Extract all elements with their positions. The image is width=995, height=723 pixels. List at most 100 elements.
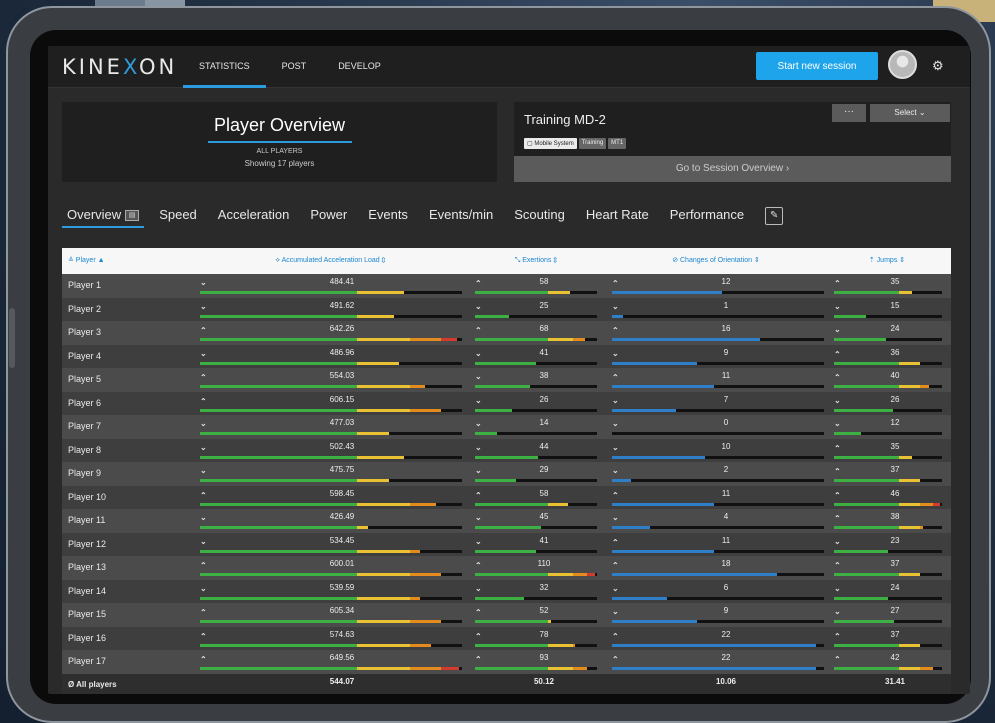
value-bar <box>612 549 824 553</box>
bar-segment <box>572 573 588 576</box>
player-name: Player 1 <box>68 280 102 290</box>
tab-heart-rate[interactable]: Heart Rate <box>580 204 655 228</box>
table-row[interactable]: Player 1 ⌄ 484.41 ⌃ 58 ⌃ 12 ⌃ 35 <box>62 274 951 298</box>
cell-value: 1 <box>723 300 729 310</box>
cell-value: 37 <box>890 559 900 568</box>
value-bar <box>475 314 597 318</box>
trend-up-icon: ⌃ <box>200 373 207 382</box>
bar-segment <box>475 338 549 341</box>
session-tags: ▢ Mobile System Training MT1 <box>524 138 627 149</box>
nav-statistics[interactable]: STATISTICS <box>183 46 266 88</box>
trend-down-icon: ⌄ <box>834 419 841 428</box>
cell-value: 534.45 <box>329 535 355 545</box>
bar-segment <box>834 408 894 412</box>
table-row[interactable]: Player 11 ⌄ 426.49 ⌄ 45 ⌄ 4 ⌃ 38 <box>62 509 951 533</box>
cell-value: 40 <box>890 371 900 380</box>
tab-acceleration[interactable]: Acceleration <box>212 204 296 228</box>
nav-develop[interactable]: DEVELOP <box>322 46 397 88</box>
table-row[interactable]: Player 7 ⌄ 477.03 ⌄ 14 ⌄ 0 ⌄ 12 <box>62 415 951 439</box>
trend-down-icon: ⌄ <box>612 395 619 405</box>
bar-segment <box>200 455 358 459</box>
tab-power[interactable]: Power <box>304 204 353 228</box>
trend-down-icon: ⌄ <box>475 395 482 405</box>
kinexon-logo[interactable]: KINEXON <box>62 55 177 79</box>
bar-segment <box>357 455 405 459</box>
edit-icon[interactable]: ✎ <box>765 207 784 225</box>
table-row[interactable]: Player 15 ⌃ 605.34 ⌃ 52 ⌄ 9 ⌄ 27 <box>62 603 951 627</box>
bar-segment <box>357 361 400 365</box>
average-value: 544.07 <box>329 676 355 686</box>
bar-segment <box>200 338 358 341</box>
top-bar: KINEXON STATISTICS POST DEVELOP Start ne… <box>48 46 970 88</box>
table-row[interactable]: Player 9 ⌄ 475.75 ⌄ 29 ⌄ 2 ⌃ 37 <box>62 462 951 486</box>
bar-segment <box>898 502 921 506</box>
table-row[interactable]: Player 13 ⌃ 600.01 ⌃ 110 ⌃ 18 ⌃ 37 <box>62 556 951 580</box>
value-bar <box>475 385 597 388</box>
value-bar <box>200 502 462 506</box>
tab-events-per-min[interactable]: Events/min <box>423 204 499 228</box>
value-bar <box>475 479 597 482</box>
tablet-side-button <box>9 308 15 368</box>
column-header-acceleration-load[interactable]: ⟡ Accumulated Acceleration Load ⇕ <box>198 248 463 274</box>
table-row[interactable]: Player 4 ⌄ 486.96 ⌄ 41 ⌄ 9 ⌃ 36 <box>62 344 951 368</box>
table-row[interactable]: Player 10 ⌃ 598.45 ⌃ 58 ⌃ 11 ⌃ 46 <box>62 485 951 509</box>
column-header-orientation[interactable]: ⊘ Changes of Orientation ⇕ <box>610 248 822 274</box>
table-row[interactable]: Player 8 ⌄ 502.43 ⌄ 44 ⌄ 10 ⌃ 35 <box>62 438 951 462</box>
value-bar <box>834 549 942 553</box>
value-bar <box>834 385 942 388</box>
more-options-button[interactable]: ··· <box>832 104 866 122</box>
start-new-session-button[interactable]: Start new session <box>756 52 878 80</box>
player-name: Player 13 <box>68 562 107 572</box>
trend-up-icon: ⌃ <box>612 279 619 288</box>
table-row[interactable]: Player 16 ⌃ 574.63 ⌃ 78 ⌃ 22 ⌃ 37 <box>62 626 951 650</box>
avatar[interactable] <box>888 50 917 79</box>
tab-scouting[interactable]: Scouting <box>508 204 571 228</box>
cell-value: 41 <box>539 347 549 357</box>
column-header-player[interactable]: ≗ Player ▲ <box>62 248 122 274</box>
table-row[interactable]: Player 17 ⌃ 649.56 ⌃ 93 ⌃ 22 ⌃ 42 <box>62 650 951 674</box>
cell-value: 605.34 <box>329 606 355 615</box>
select-dropdown[interactable]: Select ⌄ <box>870 104 950 122</box>
table-header: ≗ Player ▲ ⟡ Accumulated Acceleration Lo… <box>62 248 951 274</box>
trend-up-icon: ⌃ <box>475 655 482 664</box>
tab-performance[interactable]: Performance <box>664 204 750 228</box>
bar-segment <box>357 549 410 553</box>
average-label: Ø All players <box>68 679 117 689</box>
tab-overview[interactable]: Overview ▤ <box>62 204 145 228</box>
bar-segment <box>475 643 549 647</box>
table-row[interactable]: Player 5 ⌃ 554.03 ⌄ 38 ⌃ 11 ⌃ 40 <box>62 368 951 392</box>
value-bar <box>834 479 942 482</box>
bar-segment <box>200 667 358 670</box>
bar-segment <box>898 479 921 482</box>
trend-down-icon: ⌄ <box>612 583 619 593</box>
value-bar <box>200 455 462 459</box>
cell-value: 52 <box>539 606 549 615</box>
column-header-exertions[interactable]: ⤡ Exertions ⇕ <box>475 248 597 274</box>
gear-icon[interactable]: ⚙ <box>932 58 944 74</box>
player-name: Player 2 <box>68 303 102 314</box>
value-bar <box>834 596 942 600</box>
tab-events[interactable]: Events <box>362 204 414 228</box>
bar-segment <box>834 291 899 294</box>
bar-segment <box>834 361 899 365</box>
column-header-jumps[interactable]: ⇡ Jumps ⇕ <box>832 248 942 274</box>
bar-segment-blue <box>612 643 816 647</box>
cell-value: 45 <box>539 512 549 521</box>
bar-segment <box>441 338 457 341</box>
trend-down-icon: ⌄ <box>475 513 482 522</box>
value-bar <box>475 502 597 506</box>
bar-segment <box>572 643 576 647</box>
player-overview-panel: Player Overview ALL PLAYERS Showing 17 p… <box>62 102 497 182</box>
cell-value: 58 <box>539 488 549 498</box>
table-row[interactable]: Player 2 ⌄ 491.62 ⌄ 25 ⌄ 1 ⌄ 15 <box>62 297 951 321</box>
tab-speed[interactable]: Speed <box>153 204 203 228</box>
table-row[interactable]: Player 12 ⌄ 534.45 ⌄ 41 ⌃ 11 ⌄ 23 <box>62 532 951 556</box>
bar-segment <box>441 667 460 670</box>
cell-value: 26 <box>890 394 900 404</box>
table-row[interactable]: Player 3 ⌃ 642.26 ⌃ 68 ⌃ 16 ⌄ 24 <box>62 321 951 345</box>
go-to-session-overview-button[interactable]: Go to Session Overview › <box>514 156 951 182</box>
table-row[interactable]: Player 6 ⌃ 606.15 ⌄ 26 ⌄ 7 ⌄ 26 <box>62 391 951 415</box>
table-row[interactable]: Player 14 ⌄ 539.59 ⌄ 32 ⌄ 6 ⌄ 24 <box>62 579 951 603</box>
tag-mobile-system: ▢ Mobile System <box>524 138 577 149</box>
nav-post[interactable]: POST <box>266 46 323 88</box>
